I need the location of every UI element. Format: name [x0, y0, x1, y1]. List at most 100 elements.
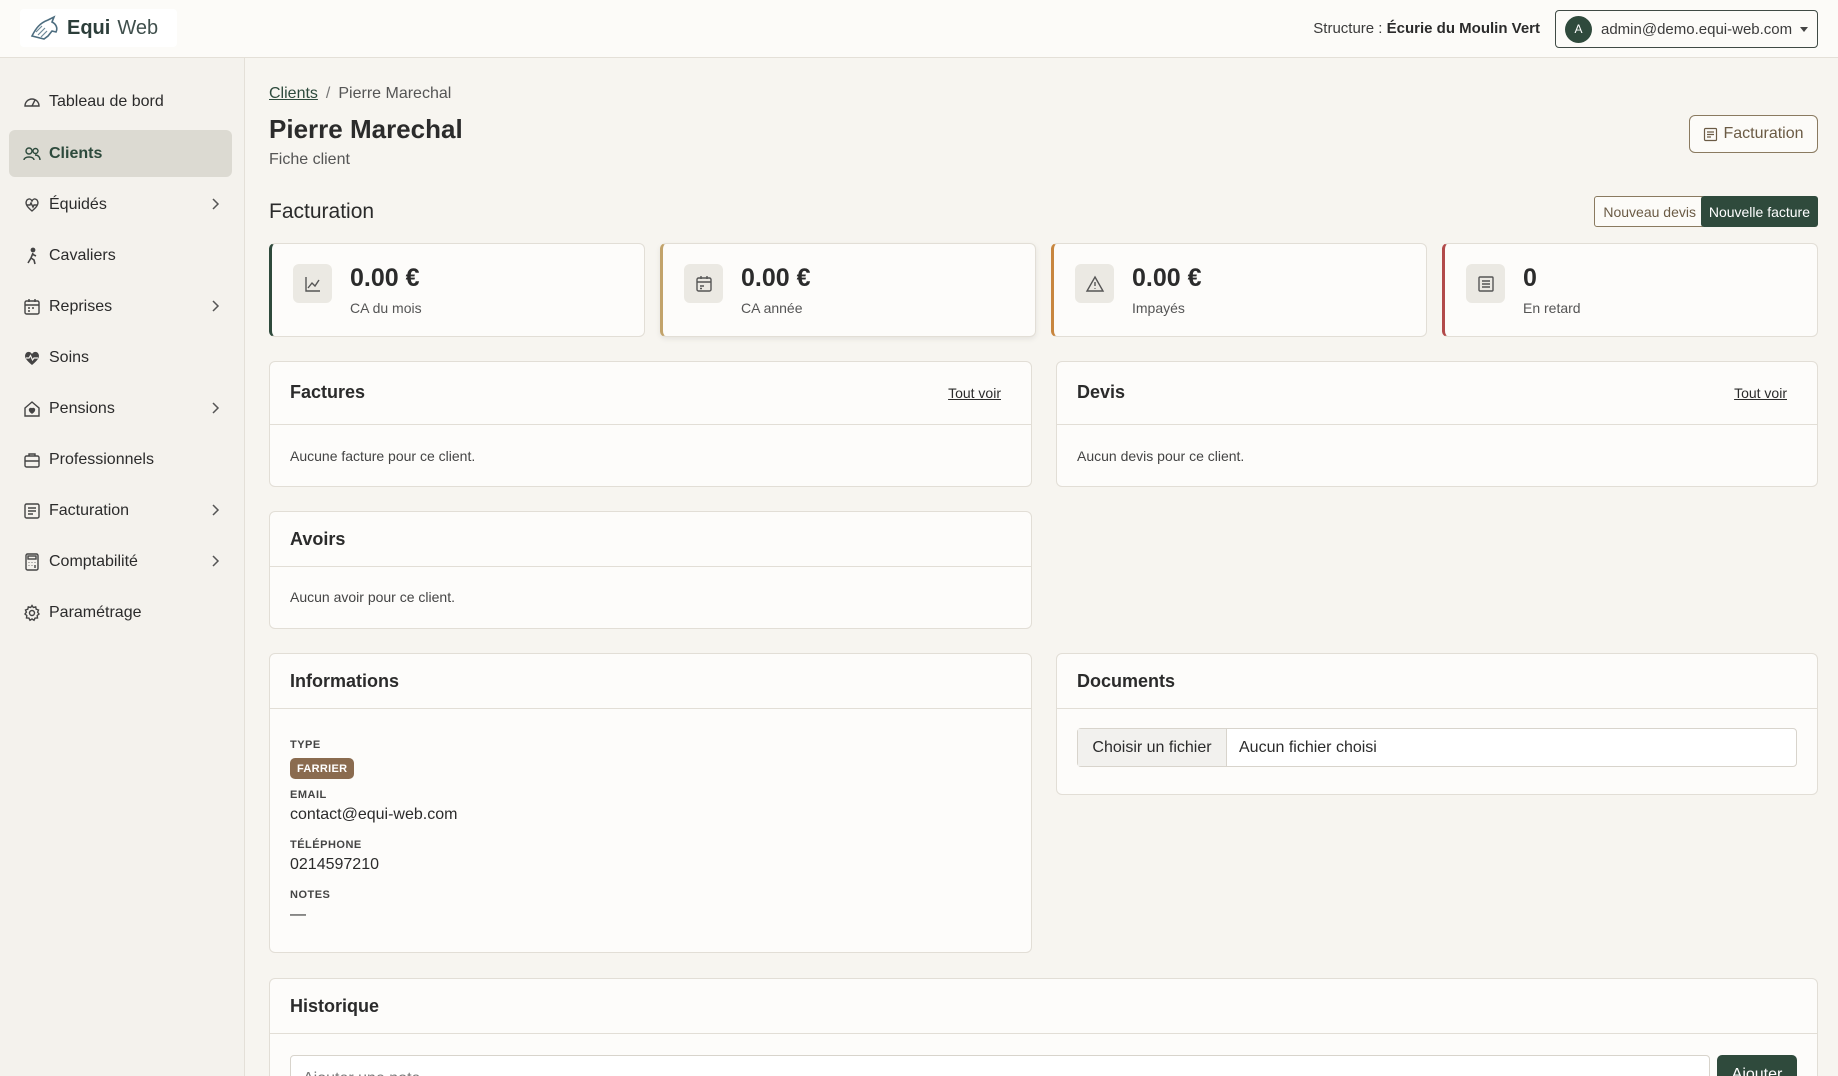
stat-value: 0.00 € [350, 264, 420, 292]
new-quote-button[interactable]: Nouveau devis [1594, 196, 1705, 227]
file-status-text: Aucun fichier choisi [1239, 738, 1377, 756]
briefcase-icon [24, 452, 40, 468]
stat-value: 0.00 € [1132, 264, 1202, 292]
card-header: Avoirs [270, 512, 1031, 567]
invoices-see-all-link[interactable]: Tout voir [948, 385, 1001, 401]
email-label: EMAIL [290, 789, 327, 801]
empty-state-text: Aucun avoir pour ce client. [290, 589, 455, 605]
sidebar-item-comptabilite[interactable]: Comptabilité [9, 538, 232, 585]
card-title: Devis [1077, 382, 1126, 402]
stat-card-ca-annee: 0.00 € CA année [660, 243, 1036, 337]
calendar-money-icon [695, 275, 712, 292]
chevron-right-icon [212, 198, 220, 210]
sidebar-item-clients[interactable]: Clients [9, 130, 232, 177]
facturation-button[interactable]: Facturation [1689, 115, 1818, 153]
sidebar-item-label: Cavaliers [49, 246, 116, 264]
note-input[interactable]: Ajouter une note [290, 1055, 1710, 1076]
notes-label: NOTES [290, 889, 331, 901]
card-title: Avoirs [290, 529, 346, 549]
user-menu-button[interactable]: A admin@demo.equi-web.com [1555, 10, 1818, 48]
chevron-right-icon [212, 555, 220, 567]
receipt-icon [1477, 275, 1494, 292]
card-header: Informations [270, 654, 1031, 709]
logo-text-bold: Equi [67, 16, 111, 39]
sidebar-item-label: Équidés [49, 195, 107, 213]
documents-card: Documents Choisir un fichier Aucun fichi… [1056, 653, 1818, 795]
credits-card: Avoirs Aucun avoir pour ce client. [269, 511, 1032, 629]
structure-label: Structure : [1313, 20, 1387, 37]
chart-line-icon [304, 276, 320, 292]
sidebar-item-parametrage[interactable]: Paramétrage [9, 589, 232, 636]
sidebar-item-soins[interactable]: Soins [9, 334, 232, 381]
sidebar-item-equides[interactable]: Équidés [9, 181, 232, 228]
receipt-icon [24, 502, 40, 519]
calendar-icon [24, 298, 40, 315]
sidebar-item-label: Facturation [49, 501, 130, 519]
choose-file-button[interactable]: Choisir un fichier [1078, 729, 1227, 766]
card-title: Documents [1077, 671, 1176, 691]
sidebar-item-pensions[interactable]: Pensions [9, 385, 232, 432]
page-subtitle: Fiche client [269, 151, 350, 168]
type-label: TYPE [290, 739, 321, 751]
gauge-icon [24, 97, 40, 107]
breadcrumb-link-clients[interactable]: Clients [269, 85, 318, 102]
info-card: Informations TYPE FARRIER EMAIL contact@… [269, 653, 1032, 953]
warning-icon [1085, 275, 1104, 292]
page-title: Pierre Marechal [269, 114, 463, 144]
stat-icon-box [1075, 264, 1114, 303]
receipt-icon [1704, 127, 1718, 141]
chevron-right-icon [212, 300, 220, 312]
gear-icon [24, 603, 40, 621]
card-title: Factures [290, 382, 366, 402]
file-upload-input[interactable]: Choisir un fichier Aucun fichier choisi [1077, 728, 1797, 767]
sidebar-item-label: Tableau de bord [49, 92, 164, 110]
new-invoice-button[interactable]: Nouvelle facture [1700, 196, 1818, 227]
type-badge: FARRIER [290, 758, 355, 779]
structure-name: Écurie du Moulin Vert [1386, 20, 1540, 37]
stat-value: 0.00 € [741, 264, 811, 292]
stat-card-en-retard: 0 En retard [1442, 243, 1818, 337]
card-title: Historique [290, 996, 380, 1016]
breadcrumb-separator: / [325, 85, 331, 102]
topbar: Equi Web Structure : Écurie du Moulin Ve… [0, 0, 1838, 58]
history-card: Historique Ajouter une note Ajouter [269, 978, 1818, 1076]
calculator-icon [25, 552, 39, 571]
user-email: admin@demo.equi-web.com [1601, 20, 1793, 38]
sidebar-item-label: Soins [49, 348, 90, 366]
sidebar-item-professionnels[interactable]: Professionnels [9, 436, 232, 483]
card-header: Factures Tout voir [270, 362, 1031, 425]
invoices-card: Factures Tout voir Aucune facture pour c… [269, 361, 1032, 487]
phone-value: 0214597210 [290, 856, 379, 873]
users-icon [23, 146, 41, 160]
stat-icon-box [1466, 264, 1505, 303]
horse-icon [25, 197, 39, 212]
chevron-right-icon [212, 402, 220, 414]
quotes-see-all-link[interactable]: Tout voir [1734, 385, 1787, 401]
quotes-card: Devis Tout voir Aucun devis pour ce clie… [1056, 361, 1818, 487]
sidebar-item-reprises[interactable]: Reprises [9, 283, 232, 330]
caret-down-icon [1800, 27, 1808, 32]
sidebar-item-label: Reprises [49, 297, 113, 315]
structure-indicator: Structure : Écurie du Moulin Vert [1313, 20, 1540, 37]
main-content: Clients / Pierre Marechal Pierre Marechal … [245, 58, 1838, 1076]
sidebar-item-facturation[interactable]: Facturation [9, 487, 232, 534]
empty-state-text: Aucun devis pour ce client. [1077, 448, 1245, 464]
stat-card-impayes: 0.00 € Impayés [1051, 243, 1427, 337]
sidebar-item-label: Professionnels [49, 450, 154, 468]
email-value: contact@equi-web.com [290, 806, 458, 823]
breadcrumb: Clients / Pierre Marechal [269, 85, 451, 103]
sidebar-item-tableau-de-bord[interactable]: Tableau de bord [9, 78, 232, 125]
sidebar-item-label: Pensions [49, 399, 115, 417]
stat-label: En retard [1523, 300, 1581, 316]
card-header: Documents [1057, 654, 1817, 709]
sidebar-item-cavaliers[interactable]: Cavaliers [9, 232, 232, 279]
horse-head-logo-icon [30, 15, 58, 40]
add-note-button[interactable]: Ajouter [1717, 1055, 1797, 1076]
app-logo[interactable]: Equi Web [20, 9, 177, 47]
stat-card-ca-mois: 0.00 € CA du mois [269, 243, 645, 337]
stat-label: CA du mois [350, 300, 422, 316]
card-header: Historique [270, 979, 1817, 1034]
card-header: Devis Tout voir [1057, 362, 1817, 425]
sidebar-item-label: Paramétrage [49, 603, 142, 621]
stat-icon-box [293, 264, 332, 303]
